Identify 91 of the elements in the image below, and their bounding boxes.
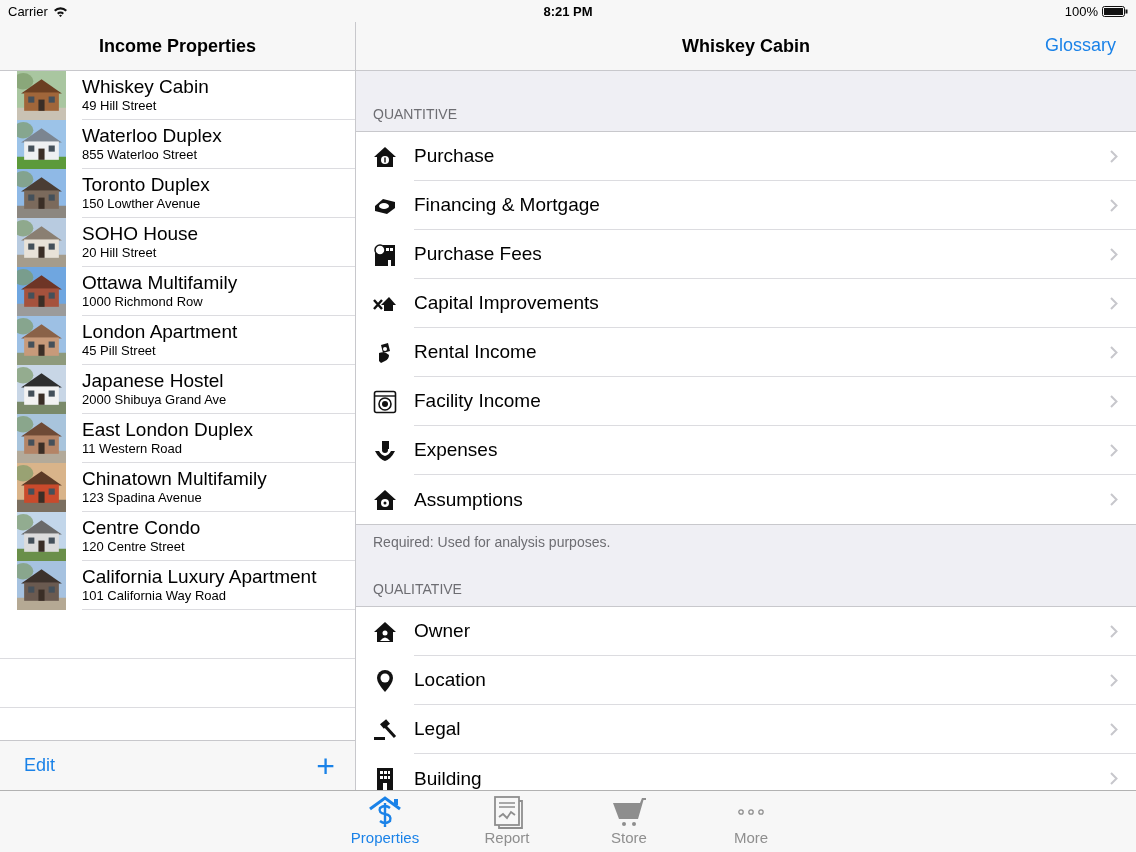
property-name: Japanese Hostel bbox=[82, 370, 225, 392]
property-row[interactable]: SOHO House 20 Hill Street bbox=[0, 218, 355, 267]
house-person-icon bbox=[373, 619, 397, 644]
add-button[interactable]: + bbox=[316, 750, 335, 781]
property-row[interactable]: Ottawa Multifamily 1000 Richmond Row bbox=[0, 267, 355, 316]
property-name: Waterloo Duplex bbox=[82, 125, 223, 147]
wifi-icon bbox=[52, 5, 68, 17]
property-address: 49 Hill Street bbox=[82, 98, 158, 114]
category-label: Assumptions bbox=[414, 488, 523, 511]
section-header: QUANTITIVE bbox=[373, 106, 457, 122]
nav-title: Income Properties bbox=[98, 35, 257, 57]
category-label: Expenses bbox=[414, 439, 498, 461]
property-name: SOHO House bbox=[82, 223, 200, 245]
property-row[interactable]: Centre Condo 120 Centre Street bbox=[0, 512, 355, 561]
category-label: Purchase bbox=[414, 145, 495, 167]
property-row[interactable]: Japanese Hostel 2000 Shibuya Grand Ave bbox=[0, 365, 355, 414]
property-row[interactable]: East London Duplex 11 Western Road bbox=[0, 414, 355, 463]
property-name: London Apartment bbox=[82, 321, 239, 343]
property-row[interactable]: Waterloo Duplex 855 Waterloo Street bbox=[0, 120, 355, 169]
washer-dollar-icon bbox=[373, 389, 397, 414]
category-row[interactable]: Capital Improvements bbox=[356, 279, 1136, 328]
property-address: 11 Western Road bbox=[82, 441, 183, 457]
chevron-icon bbox=[1110, 624, 1118, 638]
property-name: Centre Condo bbox=[82, 517, 202, 539]
chevron-icon bbox=[1110, 443, 1118, 457]
gavel-icon bbox=[373, 717, 397, 742]
category-row[interactable]: Financing & Mortgage bbox=[356, 181, 1136, 230]
property-row[interactable]: Whiskey Cabin 49 Hill Street bbox=[0, 71, 355, 120]
nav-title: Whiskey Cabin bbox=[682, 35, 810, 57]
category-row[interactable]: Purchase bbox=[356, 132, 1136, 181]
property-row[interactable]: Toronto Duplex 150 Lowther Avenue bbox=[0, 169, 355, 218]
property-address: 123 Spadina Avenue bbox=[82, 490, 203, 506]
section-header: QUALITATIVE bbox=[373, 581, 462, 597]
category-row[interactable]: Owner bbox=[356, 607, 1136, 656]
house-dollar-icon bbox=[367, 795, 403, 829]
property-row[interactable]: Chinatown Multifamily 123 Spadina Avenue bbox=[0, 463, 355, 512]
property-name: Toronto Duplex bbox=[82, 174, 211, 196]
property-address: 855 Waterloo Street bbox=[82, 147, 199, 163]
chevron-icon bbox=[1110, 722, 1118, 736]
property-address: 45 Pill Street bbox=[82, 343, 157, 359]
property-name: Ottawa Multifamily bbox=[82, 272, 239, 294]
edit-button[interactable]: Edit bbox=[24, 755, 56, 776]
cart-icon bbox=[611, 795, 647, 829]
property-address: 1000 Richmond Row bbox=[82, 294, 204, 310]
category-label: Facility Income bbox=[414, 390, 541, 412]
category-label: Location bbox=[414, 669, 486, 691]
property-row[interactable]: London Apartment 45 Pill Street bbox=[0, 316, 355, 365]
chevron-icon bbox=[1110, 673, 1118, 687]
chevron-icon bbox=[1110, 772, 1118, 785]
category-row[interactable]: Rental Income bbox=[356, 328, 1136, 377]
chevron-icon bbox=[1110, 394, 1118, 408]
chevron-icon bbox=[1110, 345, 1118, 359]
property-name: California Luxury Apartment bbox=[82, 566, 318, 588]
category-row[interactable]: Assumptions bbox=[356, 475, 1136, 524]
category-label: Legal bbox=[414, 718, 461, 740]
category-label: Owner bbox=[414, 620, 470, 642]
house-dollar-icon bbox=[373, 144, 397, 169]
category-row[interactable]: Legal bbox=[356, 705, 1136, 754]
category-label: Capital Improvements bbox=[414, 292, 599, 314]
category-label: Purchase Fees bbox=[414, 243, 542, 265]
property-name: East London Duplex bbox=[82, 419, 255, 441]
status-time: 8:21 PM bbox=[543, 3, 593, 19]
property-name: Whiskey Cabin bbox=[82, 76, 210, 98]
carrier-label: Carrier bbox=[8, 3, 48, 19]
category-row[interactable]: Location bbox=[356, 656, 1136, 705]
category-row[interactable]: Expenses bbox=[356, 426, 1136, 475]
property-address: 2000 Shibuya Grand Ave bbox=[82, 392, 228, 408]
chevron-icon bbox=[1110, 149, 1118, 163]
category-label: Financing & Mortgage bbox=[414, 194, 600, 216]
category-row[interactable]: Purchase Fees bbox=[356, 230, 1136, 279]
property-address: 101 California Way Road bbox=[82, 588, 228, 604]
glossary-button[interactable]: Glossary bbox=[1045, 35, 1116, 56]
property-row[interactable]: California Luxury Apartment 101 California Way Road bbox=[0, 561, 355, 610]
category-row[interactable]: Facility Income bbox=[356, 377, 1136, 426]
category-row[interactable]: Building bbox=[356, 754, 1136, 790]
chevron-icon bbox=[1110, 198, 1118, 212]
chevron-icon bbox=[1110, 296, 1118, 310]
chevron-icon bbox=[1110, 247, 1118, 261]
battery-icon bbox=[1102, 5, 1128, 17]
category-label: Building bbox=[414, 767, 482, 790]
building-dollar-icon bbox=[373, 242, 397, 267]
property-name: Chinatown Multifamily bbox=[82, 468, 268, 490]
property-address: 120 Centre Street bbox=[82, 539, 186, 555]
chevron-icon bbox=[1110, 493, 1118, 506]
category-label: Rental Income bbox=[414, 341, 537, 363]
tab[interactable]: Properties bbox=[324, 791, 446, 852]
battery-percent: 100% bbox=[1064, 3, 1098, 19]
property-address: 150 Lowther Avenue bbox=[82, 196, 202, 212]
section-footer: Required: Used for analysis purposes. bbox=[373, 534, 611, 550]
property-address: 20 Hill Street bbox=[82, 245, 158, 261]
more-icon bbox=[738, 809, 764, 815]
